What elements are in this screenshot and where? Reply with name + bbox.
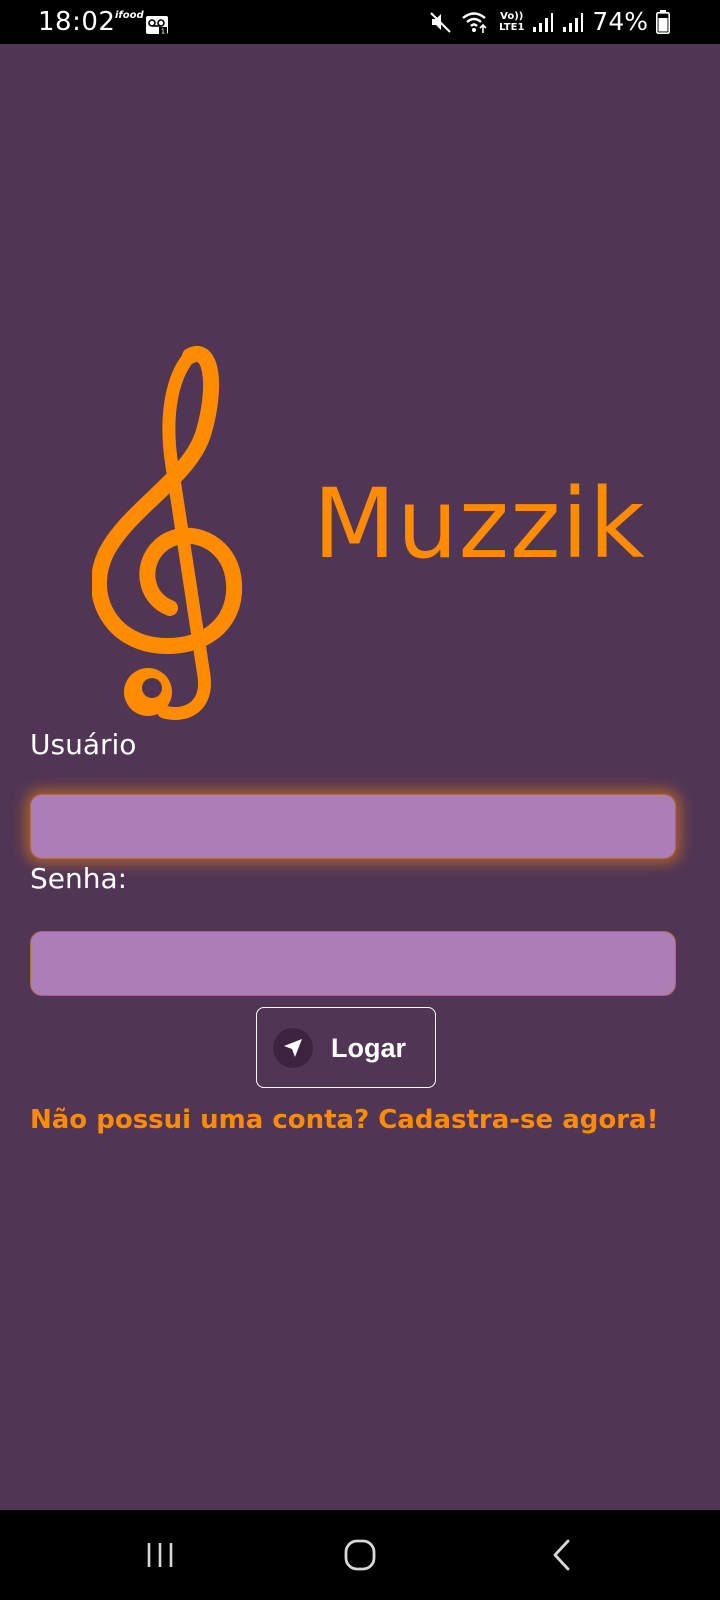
wifi-icon (462, 12, 487, 33)
navigation-bar (0, 1510, 720, 1600)
app-logo-text: Muzzik (313, 468, 646, 580)
lte-label: LTE1 (499, 22, 525, 33)
password-input[interactable] (30, 931, 676, 996)
network-type: Vo)) LTE1 (499, 11, 524, 33)
navigation-arrow-icon (284, 1038, 302, 1057)
back-button[interactable] (532, 1532, 592, 1578)
signal-icon-2 (563, 13, 584, 32)
back-icon (553, 1539, 570, 1571)
username-label: Usuário (30, 728, 137, 761)
mute-icon (430, 12, 451, 33)
ifood-notification-icon: ifood (115, 10, 144, 21)
home-icon (344, 1539, 376, 1571)
status-time: 18:02 (38, 7, 116, 37)
status-icons: Vo)) LTE1 74% (429, 6, 670, 38)
home-button[interactable] (330, 1532, 390, 1578)
battery-icon (656, 10, 670, 34)
treble-clef-icon (92, 346, 243, 720)
login-button-label: Logar (331, 1032, 407, 1063)
login-button[interactable]: Logar (256, 1007, 436, 1088)
signup-link[interactable]: Não possui uma conta? Cadastra-se agora! (30, 1100, 670, 1140)
username-input[interactable] (30, 794, 676, 859)
recents-icon (147, 1543, 173, 1567)
recents-button[interactable] (130, 1532, 190, 1578)
volte-label: Vo)) (500, 11, 524, 22)
password-label: Senha: (30, 862, 128, 895)
battery-percent: 74% (592, 7, 648, 36)
svg-text:1: 1 (161, 28, 165, 35)
status-bar: 18:02 ifood 1 Vo)) LTE1 74% (0, 0, 720, 44)
voicemail-icon: 1 (146, 16, 168, 34)
login-screen: Muzzik Usuário Senha: Logar Não possui u… (0, 44, 720, 1510)
send-icon-badge (273, 1027, 313, 1068)
signal-icon (533, 13, 554, 32)
